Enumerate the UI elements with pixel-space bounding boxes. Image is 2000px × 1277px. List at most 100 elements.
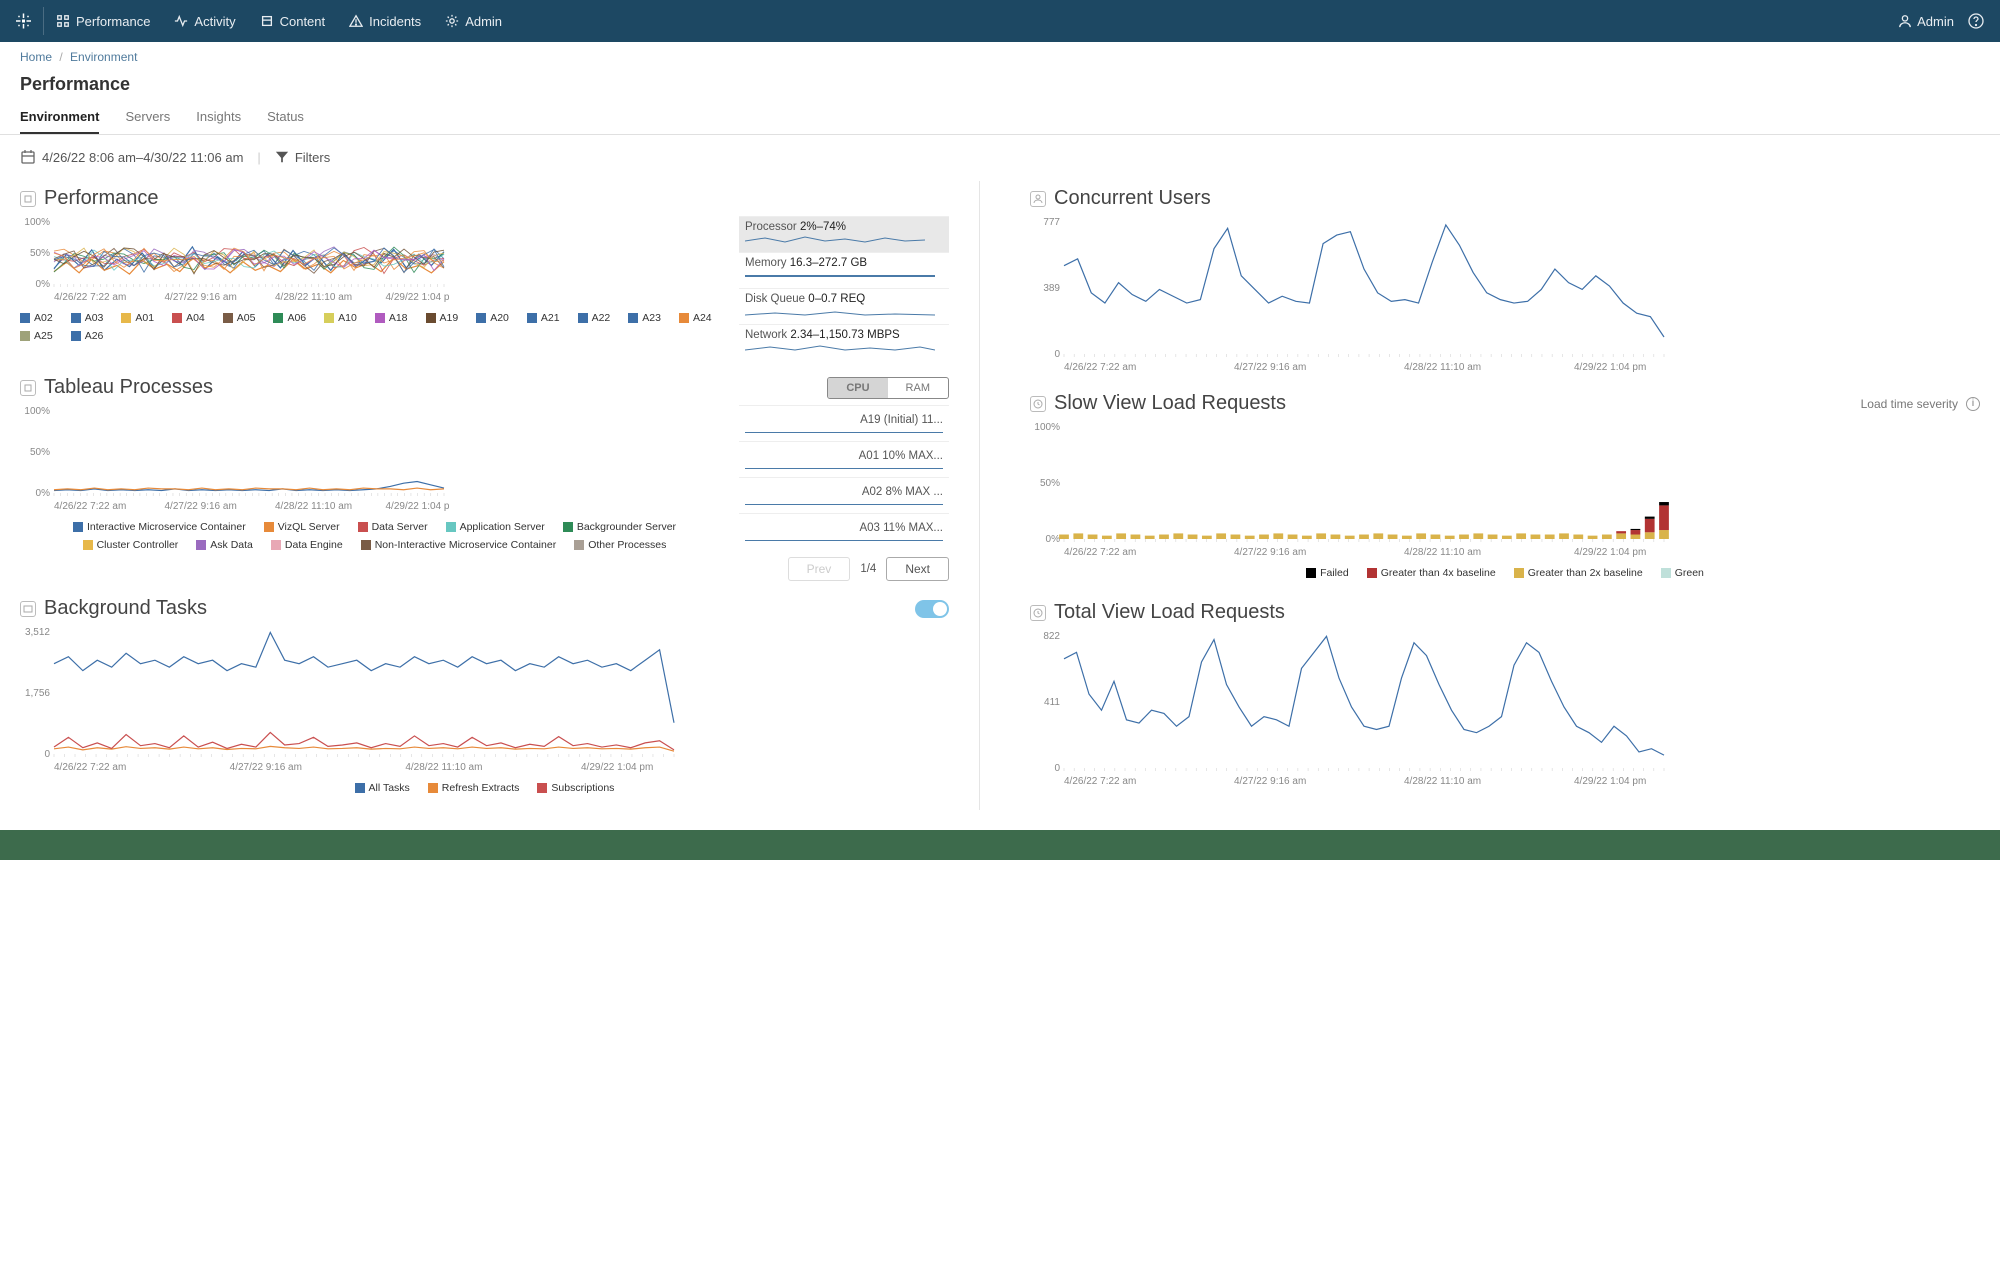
dashboard: Performance 0%50%100%4/26/22 7:22 am4/27… <box>0 175 2000 830</box>
svg-text:0%: 0% <box>36 488 51 499</box>
tab-insights[interactable]: Insights <box>196 101 241 134</box>
filter-icon <box>275 150 289 164</box>
help-icon[interactable] <box>1968 13 1984 29</box>
svg-text:4/28/22 11:10 am: 4/28/22 11:10 am <box>1404 362 1481 373</box>
panel-bg-tasks: Background Tasks 0 1,756 3,512 4/26/22 7:22… <box>20 591 949 810</box>
process-item[interactable]: A02 8% MAX ... <box>739 477 949 513</box>
toolbar: 4/26/22 8:06 am–4/30/22 11:06 am | Filte… <box>0 135 2000 175</box>
top-nav: Performance Activity Content Incidents A… <box>56 14 1898 29</box>
svg-text:4/26/22 7:22 am: 4/26/22 7:22 am <box>1064 547 1136 558</box>
user-icon <box>1898 14 1912 28</box>
top-right: Admin <box>1898 13 1984 29</box>
tasks-icon <box>20 601 36 617</box>
legend-item: A24 <box>679 312 712 324</box>
processes-chart[interactable]: 0%50%100%4/26/22 7:22 am4/27/22 9:16 am4… <box>20 405 450 515</box>
process-item[interactable]: A01 10% MAX... <box>739 441 949 477</box>
metric-disk-queue[interactable]: Disk Queue 0–0.7 REQ <box>739 288 949 324</box>
concurrent-users-chart[interactable]: 0 389 777 4/26/22 7:22 am 4/27/22 9:16 am 4/2… <box>1030 216 1670 376</box>
legend-item: A23 <box>628 312 661 324</box>
process-pager: Prev 1/4 Next <box>739 557 949 581</box>
svg-text:3,512: 3,512 <box>25 627 50 638</box>
legend-item: Other Processes <box>574 539 666 551</box>
svg-text:0: 0 <box>1054 349 1060 360</box>
top-bar: Performance Activity Content Incidents A… <box>0 0 2000 42</box>
legend-item: A25 <box>20 330 53 342</box>
breadcrumb: Home / Environment <box>0 42 2000 72</box>
svg-text:4/29/22 1:04 pm: 4/29/22 1:04 pm <box>386 501 451 512</box>
warning-icon <box>349 14 363 28</box>
user-menu[interactable]: Admin <box>1898 14 1954 29</box>
svg-text:4/26/22 7:22 am: 4/26/22 7:22 am <box>1064 362 1136 373</box>
tab-servers[interactable]: Servers <box>125 101 170 134</box>
process-item[interactable]: A19 (Initial) 11... <box>739 405 949 441</box>
legend-item: A18 <box>375 312 408 324</box>
nav-activity[interactable]: Activity <box>174 14 235 29</box>
svg-text:822: 822 <box>1043 631 1060 642</box>
panel-performance: Performance 0%50%100%4/26/22 7:22 am4/27… <box>20 181 949 370</box>
panel-bg-tasks-title: Background Tasks <box>44 597 207 620</box>
svg-text:4/28/22 11:10 am: 4/28/22 11:10 am <box>1404 776 1481 787</box>
legend-item: A10 <box>324 312 357 324</box>
legend-item: A21 <box>527 312 560 324</box>
svg-text:50%: 50% <box>30 447 50 458</box>
legend-item: A05 <box>223 312 256 324</box>
clock-icon <box>1030 605 1046 621</box>
cpu-icon <box>20 191 36 207</box>
cpu-ram-toggle[interactable]: CPU RAM <box>827 377 949 399</box>
prev-button[interactable]: Prev <box>788 557 851 581</box>
bg-tasks-chart[interactable]: 01,7563,5124/26/22 7:22 am4/27/22 9:16 a… <box>20 626 680 776</box>
svg-text:4/27/22 9:16 am: 4/27/22 9:16 am <box>1234 362 1306 373</box>
panel-performance-title: Performance <box>44 187 159 210</box>
svg-text:0: 0 <box>44 749 50 760</box>
nav-performance[interactable]: Performance <box>56 14 150 29</box>
breadcrumb-home[interactable]: Home <box>20 50 52 64</box>
svg-text:4/28/22 11:10 am: 4/28/22 11:10 am <box>275 501 352 512</box>
legend-item: A02 <box>20 312 53 324</box>
panel-total-view: Total View Load Requests 04118224/26/22 … <box>1030 595 1980 800</box>
svg-text:4/26/22 7:22 am: 4/26/22 7:22 am <box>54 762 126 773</box>
legend-item: Greater than 4x baseline <box>1367 567 1496 579</box>
svg-text:777: 777 <box>1043 217 1060 228</box>
dashboard-left: Performance 0%50%100%4/26/22 7:22 am4/27… <box>20 181 980 810</box>
legend-item: Refresh Extracts <box>428 782 520 794</box>
legend-item: A04 <box>172 312 205 324</box>
nav-content[interactable]: Content <box>260 14 326 29</box>
svg-text:4/29/22 1:04 pm: 4/29/22 1:04 pm <box>1574 776 1646 787</box>
metric-processor[interactable]: Processor 2%–74% <box>739 216 949 252</box>
tab-environment[interactable]: Environment <box>20 101 99 134</box>
tab-status[interactable]: Status <box>267 101 304 134</box>
legend-item: A19 <box>426 312 459 324</box>
performance-chart[interactable]: 0%50%100%4/26/22 7:22 am4/27/22 9:16 am4… <box>20 216 450 306</box>
legend-item: A06 <box>273 312 306 324</box>
panel-slow-view-title: Slow View Load Requests <box>1054 392 1286 415</box>
svg-text:389: 389 <box>1043 283 1060 294</box>
svg-text:100%: 100% <box>24 406 50 417</box>
calendar-icon <box>20 149 36 165</box>
slow-view-chart[interactable]: 0%50%100%4/26/22 7:22 am4/27/22 9:16 am4… <box>1030 421 1670 561</box>
svg-text:1,756: 1,756 <box>25 688 50 699</box>
nav-admin[interactable]: Admin <box>445 14 502 29</box>
panel-total-view-title: Total View Load Requests <box>1054 601 1285 624</box>
bg-tasks-toggle[interactable] <box>915 600 949 618</box>
legend-item: Failed <box>1306 567 1349 579</box>
filters-button[interactable]: Filters <box>275 150 330 165</box>
metric-network[interactable]: Network 2.34–1,150.73 MBPS <box>739 324 949 360</box>
legend-item: Data Server <box>358 521 428 533</box>
severity-note: Load time severity <box>1861 397 1958 411</box>
svg-text:4/28/22 11:10 am: 4/28/22 11:10 am <box>275 292 352 303</box>
panel-concurrent-users: Concurrent Users 03897774/26/22 7:22 am4… <box>1030 181 1980 386</box>
legend-item: A22 <box>578 312 611 324</box>
date-range-picker[interactable]: 4/26/22 8:06 am–4/30/22 11:06 am <box>20 149 243 165</box>
nav-incidents[interactable]: Incidents <box>349 14 421 29</box>
total-view-chart[interactable]: 04118224/26/22 7:22 am4/27/22 9:16 am4/2… <box>1030 630 1670 790</box>
svg-text:0: 0 <box>1054 763 1060 774</box>
legend-item: Green <box>1661 567 1704 579</box>
info-icon[interactable]: i <box>1966 397 1980 411</box>
sparkline <box>745 343 935 353</box>
next-button[interactable]: Next <box>886 557 949 581</box>
metric-memory[interactable]: Memory 16.3–272.7 GB <box>739 252 949 288</box>
legend-item: Greater than 2x baseline <box>1514 567 1643 579</box>
subtabs: Environment Servers Insights Status <box>0 101 2000 135</box>
process-item[interactable]: A03 11% MAX... <box>739 513 949 549</box>
legend-item: Non-Interactive Microservice Container <box>361 539 556 551</box>
